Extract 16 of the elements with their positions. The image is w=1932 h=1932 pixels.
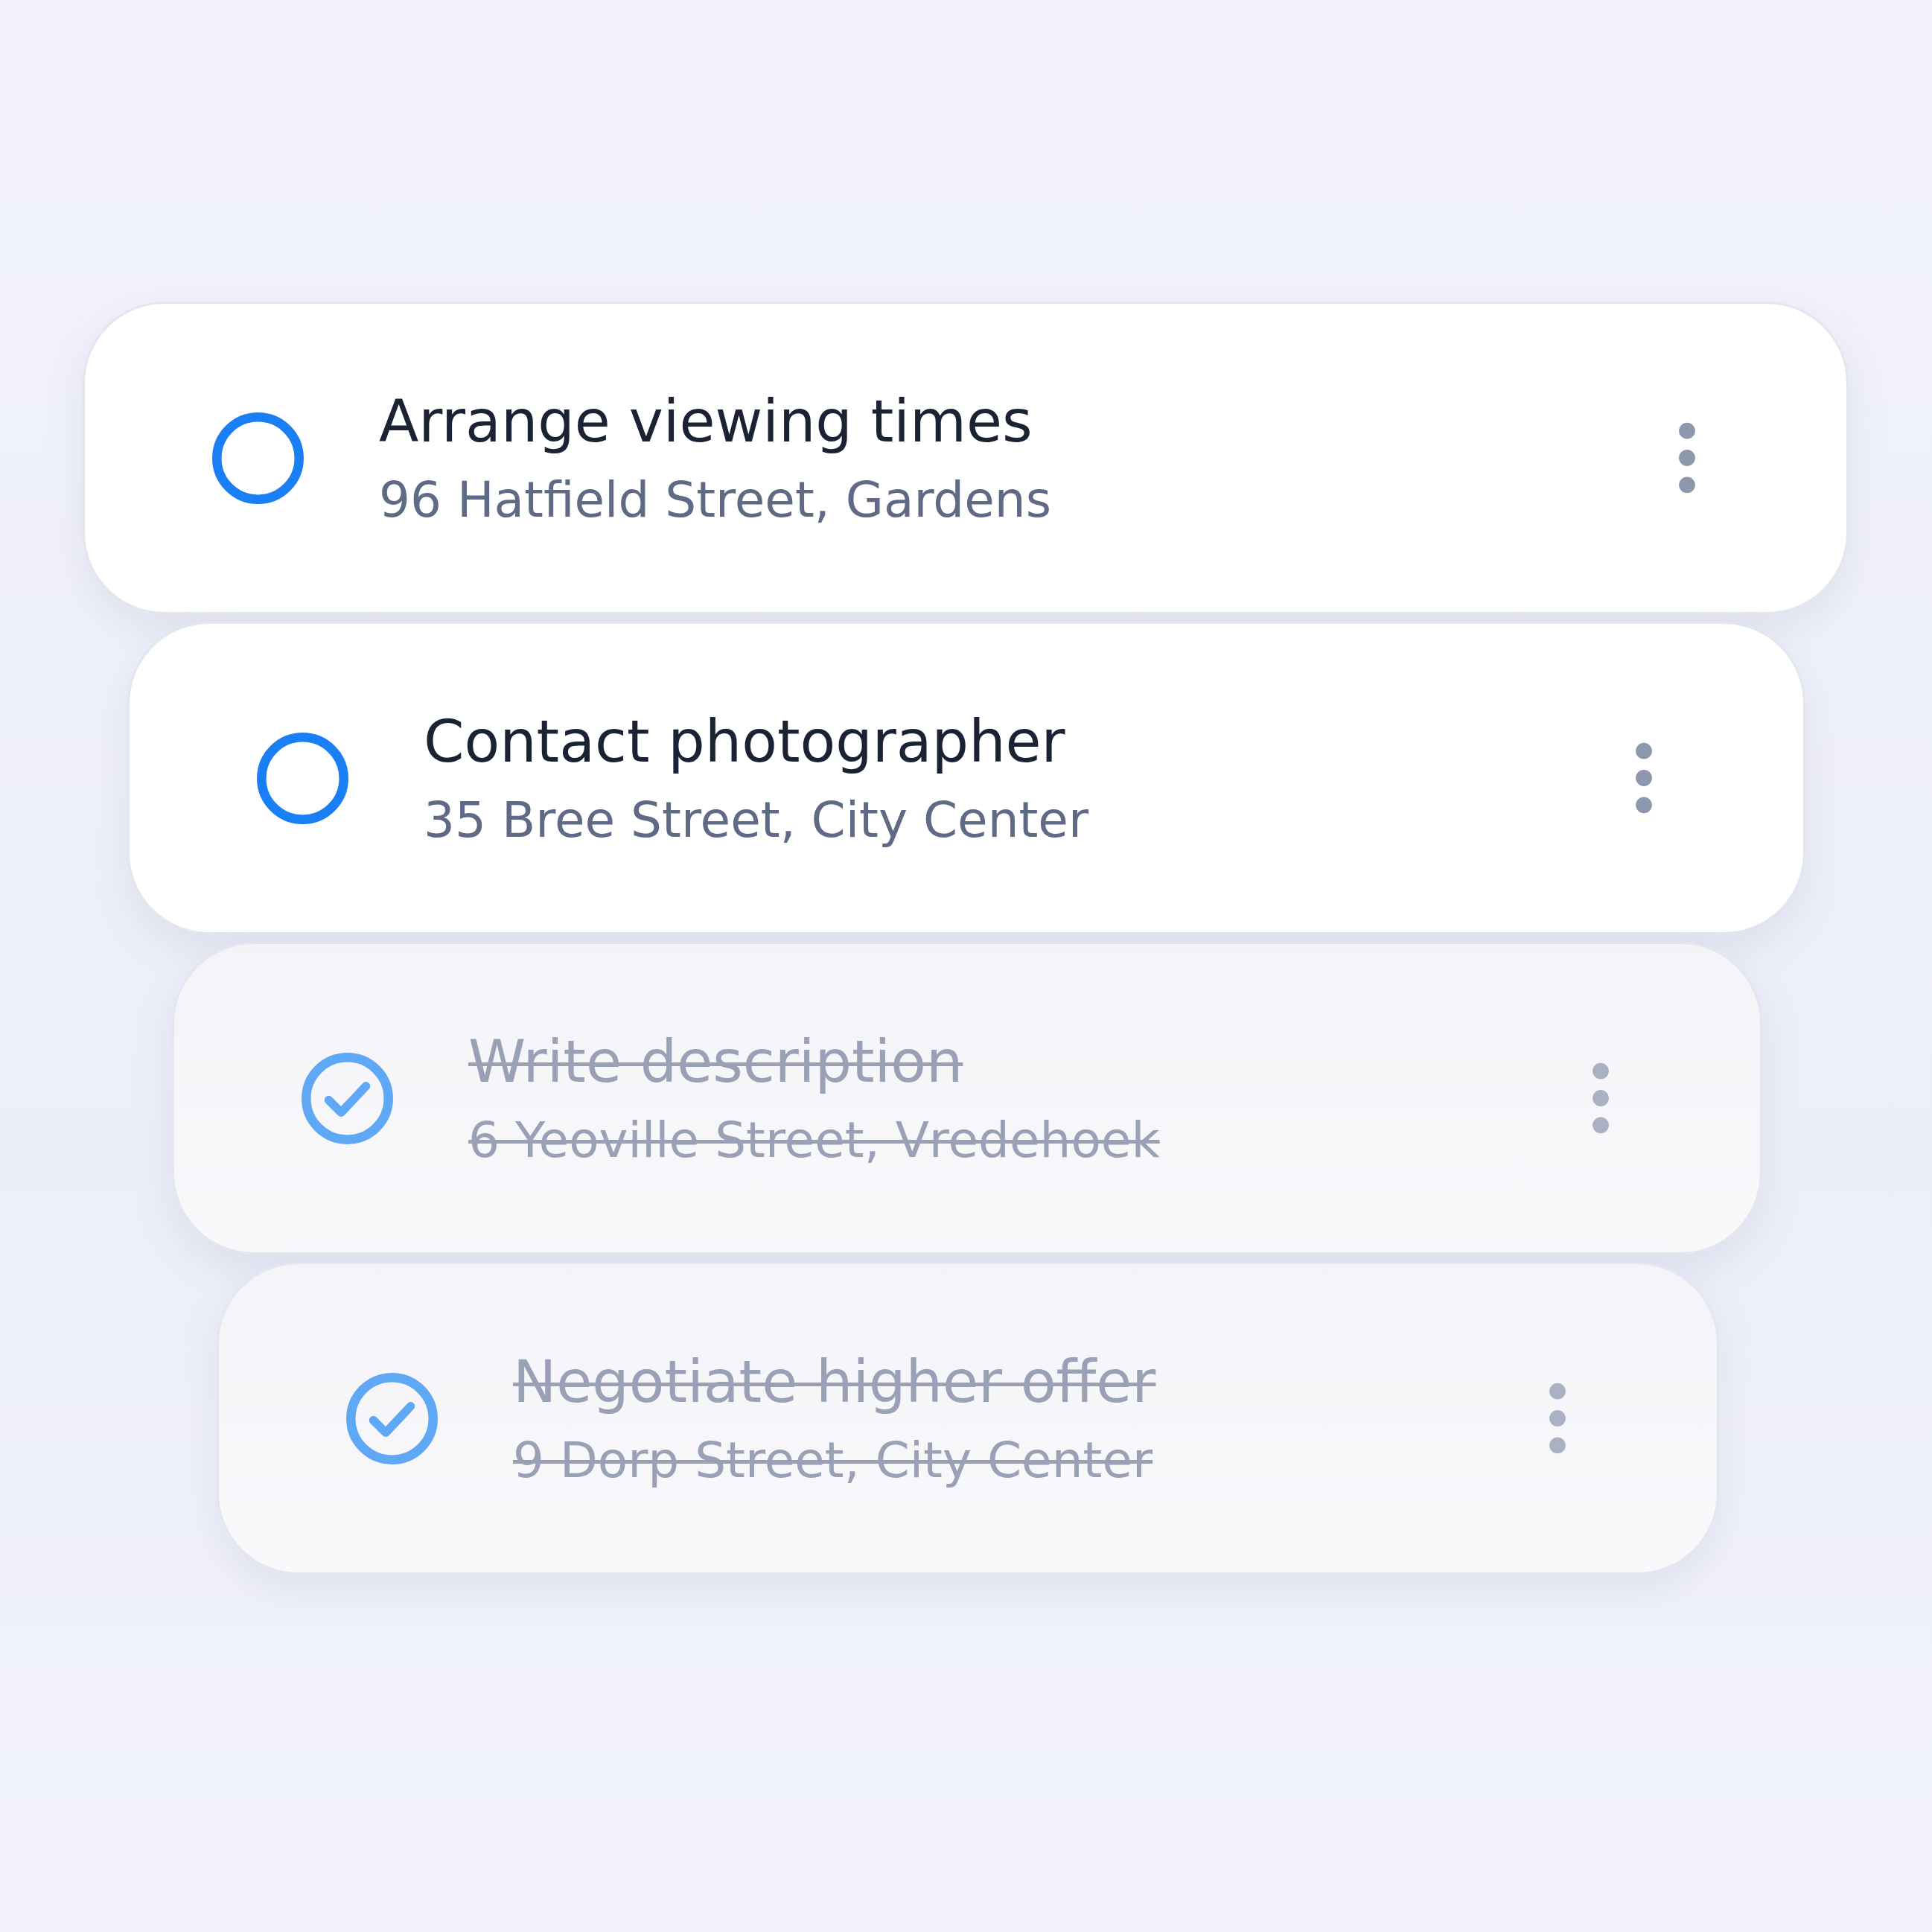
- task-title: Contact photographer: [424, 707, 1066, 775]
- task-title: Arrange viewing times: [379, 387, 1033, 455]
- task-address: 9 Dorp Street, City Center: [513, 1431, 1154, 1489]
- checkbox[interactable]: [211, 411, 305, 505]
- task-title: Write description: [468, 1027, 964, 1095]
- task-address: 6 Yeoville Street, Vredehoek: [468, 1111, 1161, 1169]
- more-options-icon[interactable]: [1633, 741, 1654, 815]
- checkbox[interactable]: [345, 1371, 439, 1465]
- task-title: Negotiate higher offer: [513, 1348, 1157, 1415]
- more-options-icon[interactable]: [1677, 421, 1697, 495]
- checkbox[interactable]: [301, 1051, 394, 1145]
- task-address: 96 Hatfield Street, Gardens: [379, 471, 1053, 529]
- more-options-icon[interactable]: [1547, 1381, 1568, 1456]
- task-address: 35 Bree Street, City Center: [424, 791, 1090, 849]
- checkbox[interactable]: [256, 731, 349, 825]
- more-options-icon[interactable]: [1590, 1061, 1611, 1135]
